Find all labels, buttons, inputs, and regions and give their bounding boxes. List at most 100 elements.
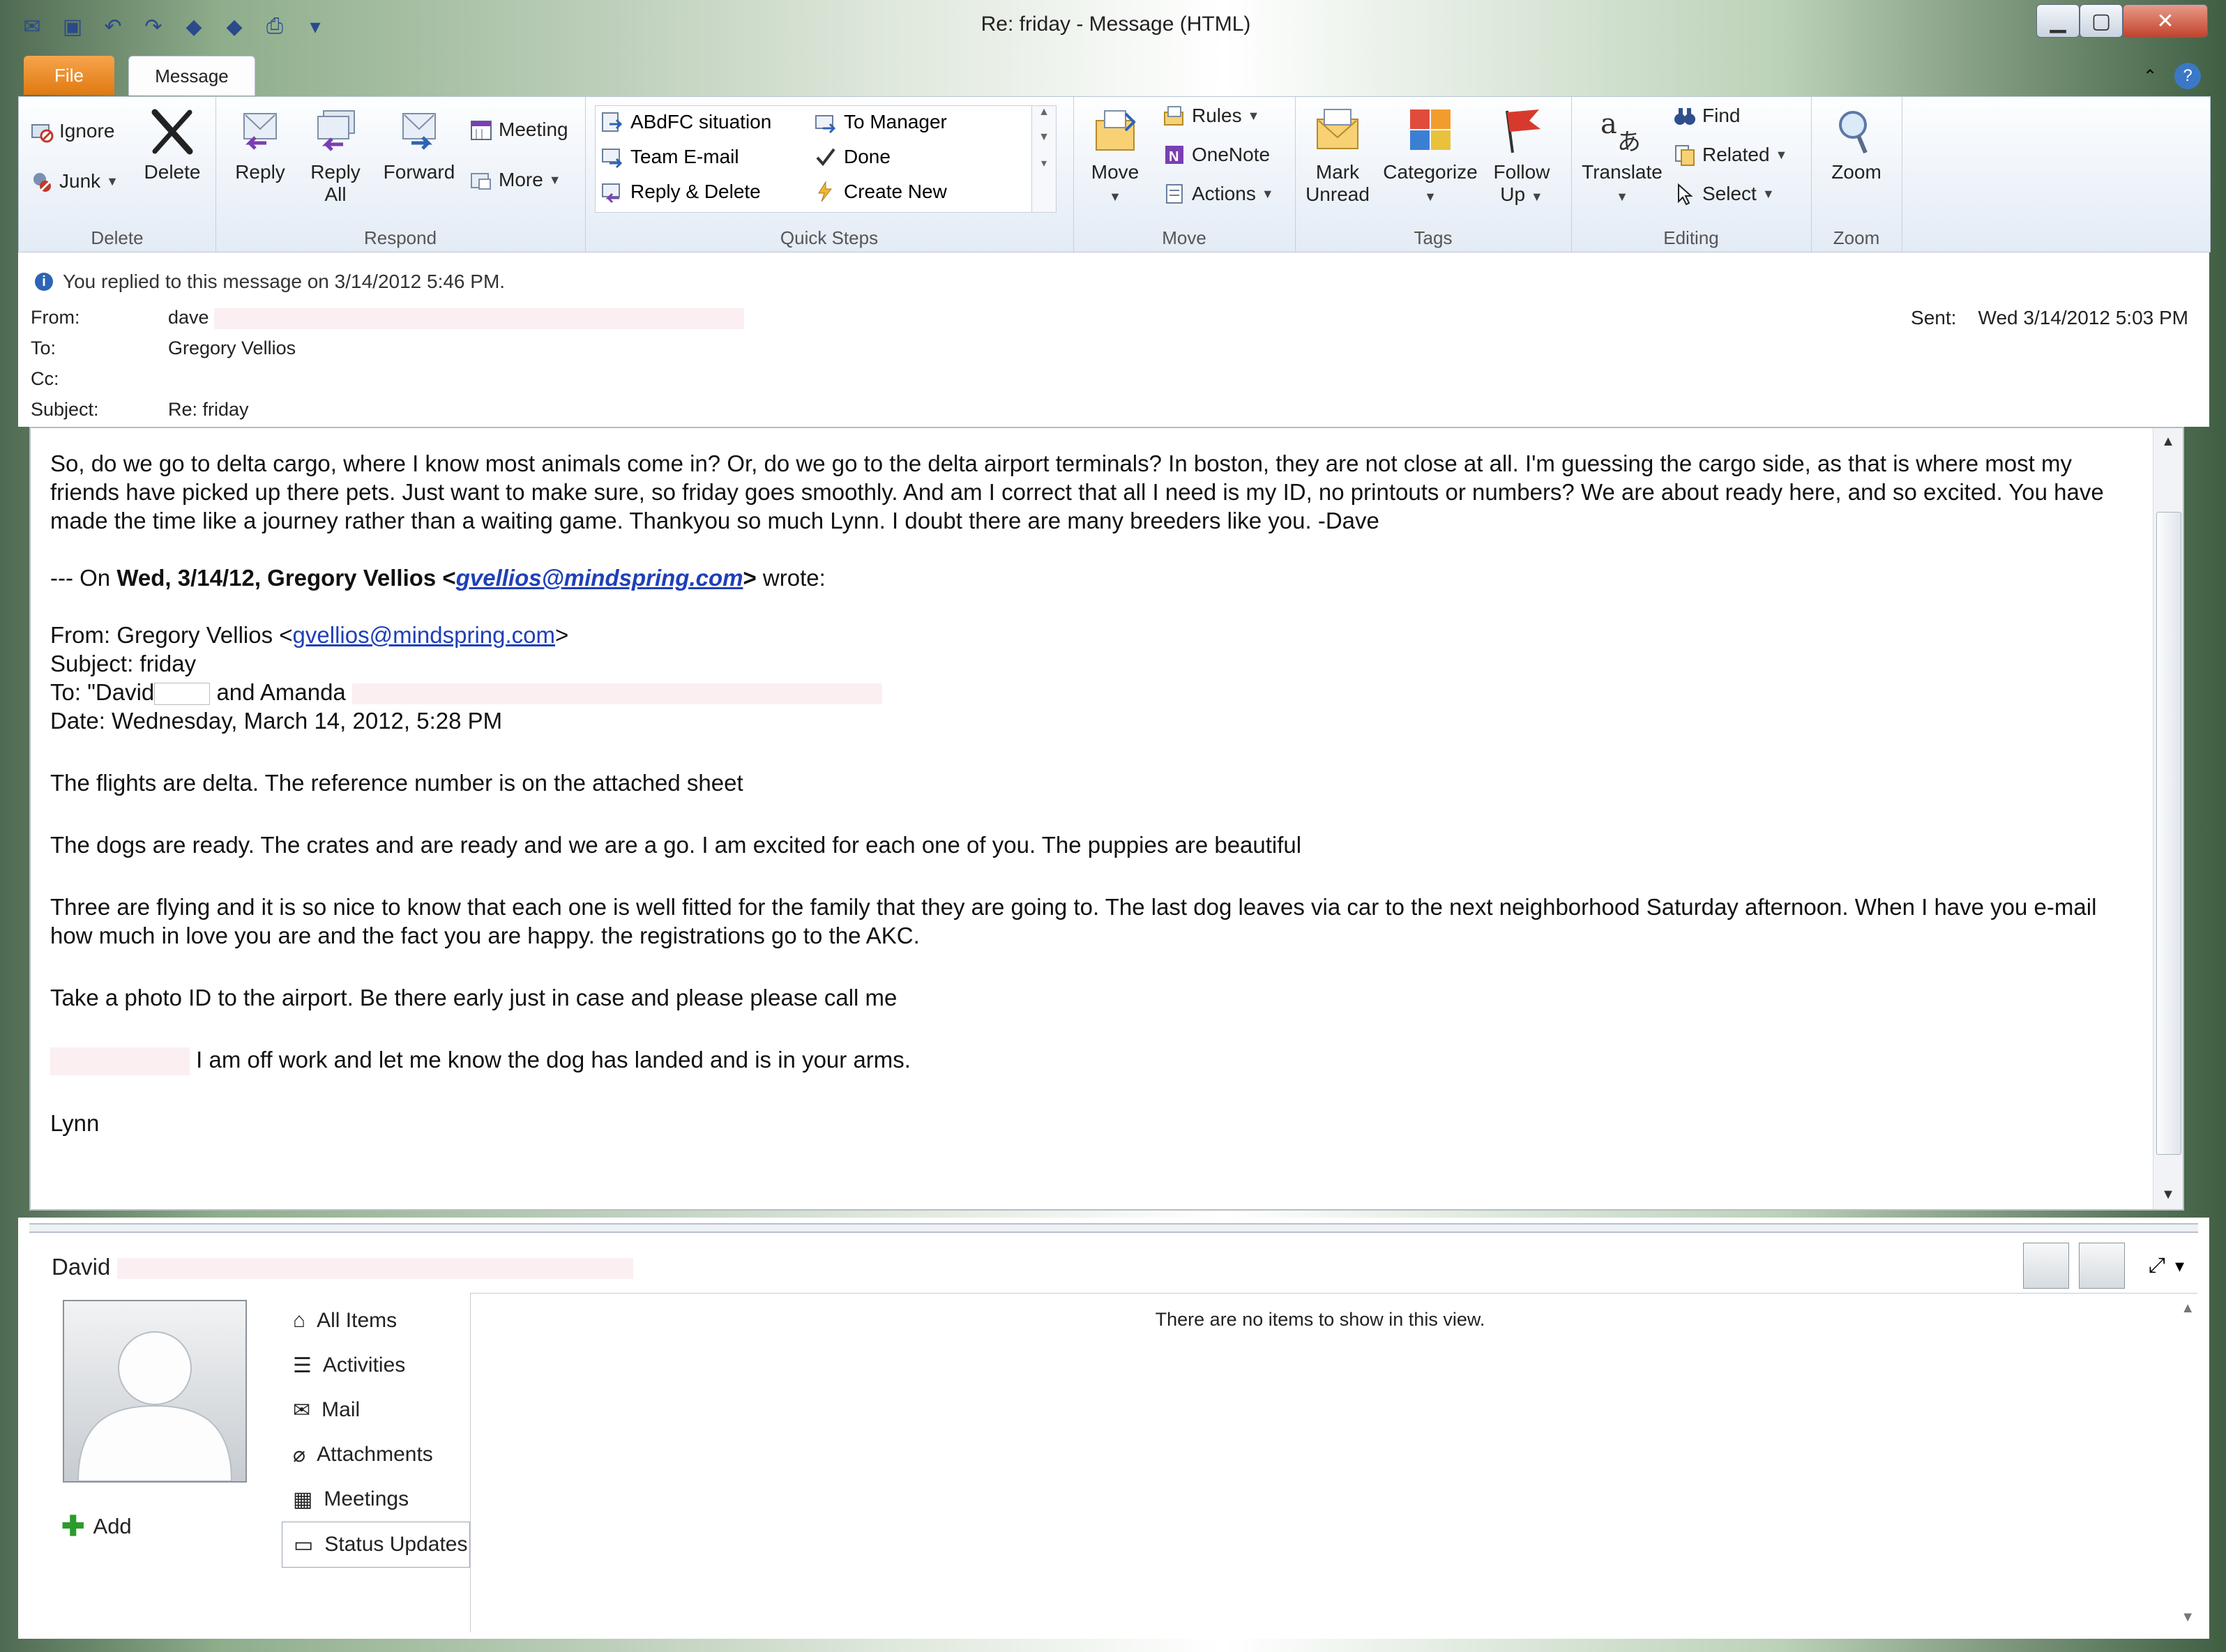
message-body[interactable]: So, do we go to delta cargo, where I kno… bbox=[29, 427, 2184, 1211]
next-item-icon[interactable]: ◆ bbox=[220, 13, 248, 40]
save-icon[interactable]: ▣ bbox=[59, 13, 86, 40]
home-icon: ⌂ bbox=[293, 1309, 306, 1332]
junk-button[interactable]: Junk ▼ bbox=[30, 169, 119, 193]
onenote-button[interactable]: N OneNote bbox=[1163, 143, 1270, 167]
reply-button[interactable]: Reply bbox=[225, 107, 295, 183]
contact-photo-small-icon[interactable] bbox=[2078, 1243, 2125, 1289]
body-paragraph: Take a photo ID to the airport. Be there… bbox=[50, 985, 898, 1010]
minimize-ribbon-icon[interactable]: ⌃ bbox=[2137, 63, 2163, 89]
people-pane-controls: ⤢ ▾ bbox=[2022, 1243, 2184, 1289]
nav-label: Activities bbox=[322, 1354, 406, 1377]
ignore-label: Ignore bbox=[59, 120, 115, 142]
related-button[interactable]: Related ▼ bbox=[1673, 143, 1787, 167]
zoom-button[interactable]: Zoom bbox=[1818, 107, 1895, 183]
tab-message[interactable]: Message bbox=[128, 56, 255, 96]
undo-icon[interactable]: ↶ bbox=[99, 13, 127, 40]
onenote-label: OneNote bbox=[1192, 144, 1271, 165]
nav-meetings[interactable]: ▦ Meetings bbox=[282, 1477, 470, 1522]
quick-step-team-email[interactable]: Team E-mail bbox=[600, 145, 739, 169]
help-icon[interactable]: ? bbox=[2174, 63, 2201, 89]
customize-toolbar-icon[interactable]: ▾ bbox=[301, 13, 329, 40]
contact-photo-small-icon[interactable] bbox=[2022, 1243, 2069, 1289]
rules-button[interactable]: Rules ▼ bbox=[1163, 104, 1259, 128]
quick-step-done[interactable]: Done bbox=[813, 145, 891, 169]
expand-icon[interactable]: ⤢ bbox=[2149, 1254, 2165, 1278]
print-icon[interactable]: ⎙ bbox=[261, 13, 289, 40]
actions-icon bbox=[1163, 182, 1186, 206]
quick-step-abdfc[interactable]: ABdFC situation bbox=[600, 110, 771, 134]
related-label: Related bbox=[1702, 144, 1770, 165]
cursor-icon bbox=[1673, 182, 1697, 206]
actions-button[interactable]: Actions ▼ bbox=[1163, 182, 1274, 206]
ribbon-tabs: File Message ⌃ ? bbox=[18, 53, 2208, 96]
meeting-button[interactable]: Meeting bbox=[469, 118, 568, 142]
redacted-block bbox=[351, 683, 882, 705]
nav-attachments[interactable]: ⌀ Attachments bbox=[282, 1432, 470, 1477]
mark-unread-button[interactable]: Mark Unread bbox=[1299, 107, 1376, 206]
from-value[interactable]: dave bbox=[168, 307, 745, 329]
quick-step-to-manager[interactable]: To Manager bbox=[813, 110, 947, 134]
body-paragraph: Three are flying and it is so nice to kn… bbox=[50, 894, 2097, 948]
chevron-down-icon: ▼ bbox=[1109, 190, 1121, 204]
chevron-down-icon[interactable]: ▾ bbox=[2175, 1255, 2184, 1277]
info-bar: i You replied to this message on 3/14/20… bbox=[35, 271, 505, 293]
scroll-down-arrow[interactable]: ▼ bbox=[2181, 1609, 2195, 1626]
to-value[interactable]: Gregory Vellios bbox=[168, 338, 296, 359]
body-text: I am off work and let me know the dog ha… bbox=[190, 1047, 911, 1073]
translate-button[interactable]: aあ Translate ▼ bbox=[1577, 107, 1667, 208]
redacted-block bbox=[214, 308, 745, 329]
nav-activities[interactable]: ☰ Activities bbox=[282, 1343, 470, 1388]
scrollbar-thumb[interactable] bbox=[2156, 512, 2181, 1155]
meeting-label: Meeting bbox=[499, 119, 568, 140]
team-email-icon bbox=[600, 145, 623, 169]
reply-all-button[interactable]: Reply All bbox=[301, 107, 370, 206]
body-scrollbar[interactable]: ▲ ▼ bbox=[2153, 428, 2183, 1209]
more-button[interactable]: More ▼ bbox=[469, 168, 561, 192]
delete-group: Ignore Junk ▼ Delete Delete bbox=[19, 97, 216, 252]
contact-name-text: David bbox=[52, 1254, 111, 1280]
nav-label: Mail bbox=[321, 1398, 361, 1421]
add-contact-button[interactable]: ✚ Add bbox=[61, 1510, 132, 1543]
tab-file[interactable]: File bbox=[24, 56, 114, 95]
find-button[interactable]: Find bbox=[1673, 104, 1740, 128]
sent-info: Sent: Wed 3/14/2012 5:03 PM bbox=[1911, 307, 2188, 329]
forward-date: Date: Wednesday, March 14, 2012, 5:28 PM bbox=[50, 708, 503, 734]
quick-step-create-new[interactable]: Create New bbox=[813, 180, 947, 204]
select-button[interactable]: Select ▼ bbox=[1673, 182, 1775, 206]
close-button[interactable]: ✕ bbox=[2123, 4, 2208, 38]
delete-button[interactable]: Delete bbox=[137, 107, 207, 183]
scroll-up-arrow[interactable]: ▲ bbox=[2181, 1301, 2195, 1317]
nav-all-items[interactable]: ⌂ All Items bbox=[282, 1298, 470, 1343]
follow-up-label-2: Up bbox=[1500, 183, 1526, 205]
categorize-button[interactable]: Categorize ▼ bbox=[1381, 107, 1479, 208]
follow-up-button[interactable]: Follow Up ▼ bbox=[1483, 107, 1560, 208]
forward-button[interactable]: Forward bbox=[377, 107, 461, 183]
quick-step-reply-delete[interactable]: Reply & Delete bbox=[600, 180, 761, 204]
maximize-button[interactable]: ▢ bbox=[2080, 4, 2123, 38]
ignore-button[interactable]: Ignore bbox=[30, 119, 114, 143]
categorize-label: Categorize bbox=[1383, 161, 1478, 183]
fw-to-a: To: "David bbox=[50, 679, 155, 705]
move-button[interactable]: Move ▼ bbox=[1080, 107, 1150, 208]
quick-step-label: To Manager bbox=[844, 111, 947, 132]
nav-status-updates[interactable]: ▭ Status Updates bbox=[282, 1522, 470, 1568]
fw-to-b: and Amanda bbox=[210, 679, 352, 705]
move-group: Move ▼ Rules ▼ N OneNote Actions ▼ Move bbox=[1073, 97, 1296, 252]
pane-splitter[interactable] bbox=[29, 1223, 2198, 1233]
email-link[interactable]: gvellios@mindspring.com bbox=[293, 622, 555, 648]
gallery-scroll[interactable]: ▲ ▼ ▾ bbox=[1031, 106, 1056, 212]
message-header: i You replied to this message on 3/14/20… bbox=[18, 252, 2209, 427]
quote-header: --- On Wed, 3/14/12, Gregory Vellios <gv… bbox=[50, 563, 2135, 592]
redo-icon[interactable]: ↷ bbox=[139, 13, 167, 40]
minimize-button[interactable]: ▁ bbox=[2036, 4, 2080, 38]
lightning-icon bbox=[813, 180, 837, 204]
nav-mail[interactable]: ✉ Mail bbox=[282, 1388, 470, 1432]
scroll-up-arrow[interactable]: ▲ bbox=[2159, 434, 2177, 452]
move-group-label: Move bbox=[1162, 227, 1206, 248]
sent-label: Sent: bbox=[1911, 307, 1957, 328]
previous-item-icon[interactable]: ◆ bbox=[180, 13, 208, 40]
forward-label: Forward bbox=[383, 161, 455, 183]
mail-icon[interactable]: ✉ bbox=[18, 13, 46, 40]
email-link[interactable]: gvellios@mindspring.com bbox=[456, 565, 743, 591]
scroll-down-arrow[interactable]: ▼ bbox=[2159, 1187, 2177, 1205]
